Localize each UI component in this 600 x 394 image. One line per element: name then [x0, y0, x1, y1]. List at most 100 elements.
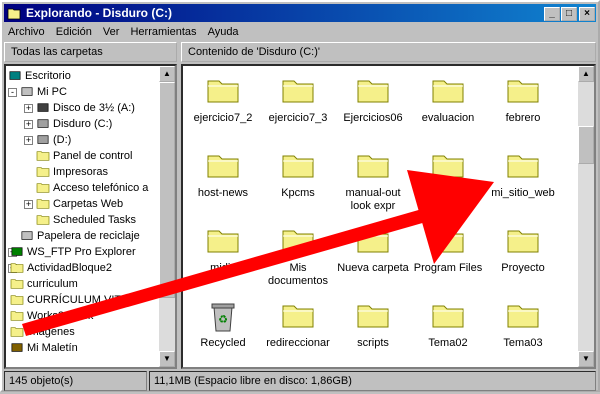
file-item[interactable]: Ejercicios06: [335, 68, 411, 140]
file-item[interactable]: Program Files: [410, 218, 486, 290]
control-panel-icon: [36, 151, 50, 161]
tree-item[interactable]: Panel de control: [6, 148, 161, 164]
close-button[interactable]: ×: [579, 7, 595, 21]
file-item-label: Nueva carpeta: [337, 262, 409, 274]
file-list: ejercicio7_2 ejercicio7_3 Ejercicios06 e…: [181, 64, 596, 369]
maximize-button[interactable]: □: [561, 7, 577, 21]
folder-icon: [282, 230, 314, 253]
scroll-thumb[interactable]: [578, 126, 594, 164]
collapse-icon[interactable]: -: [8, 88, 17, 97]
status-object-count: 145 objeto(s): [4, 371, 147, 391]
menu-archivo[interactable]: Archivo: [4, 26, 49, 38]
tree-item-label: Papelera de reciclaje: [37, 230, 140, 242]
file-item[interactable]: host-news: [185, 143, 261, 215]
folder-icon: [432, 230, 464, 253]
scroll-up-icon[interactable]: ▲: [578, 66, 594, 82]
folder-icon: [432, 305, 464, 328]
briefcase-icon: [11, 343, 23, 352]
tree-item[interactable]: + Disduro (C:): [6, 116, 161, 132]
minimize-button[interactable]: _: [544, 7, 560, 21]
tree-item[interactable]: imagenes: [6, 324, 161, 340]
file-item[interactable]: ejercicio7_3: [260, 68, 336, 140]
tree-item-label: Carpetas Web: [53, 198, 124, 210]
file-item-label: Tema03: [503, 337, 543, 349]
tree-item-label: CURRÍCULUM VITAE: [27, 294, 135, 306]
explorer-window: Explorando - Disduro (C:) _ □ × Archivo …: [0, 0, 600, 392]
file-item[interactable]: scripts: [335, 293, 411, 365]
content-pane-header: Contenido de 'Disduro (C:)': [181, 42, 596, 62]
tree-item[interactable]: Acceso telefónico a: [6, 180, 161, 196]
menu-ver[interactable]: Ver: [99, 26, 124, 38]
file-item-label: evaluacion: [421, 112, 475, 124]
file-item-label: mi_sitio_web: [491, 187, 555, 199]
tree-item-label: Impresoras: [53, 166, 109, 178]
file-item[interactable]: mi_sitio_web: [485, 143, 561, 215]
tree-pane-header: Todas las carpetas: [4, 42, 177, 62]
tree-item[interactable]: +ActividadBloque2: [6, 260, 161, 276]
window-title: Explorando - Disduro (C:): [26, 6, 172, 20]
folder-tree: Escritorio - Mi PC + Disco de 3½ (A:) + Disdur…: [4, 64, 177, 369]
recycle-bin-icon: [21, 231, 33, 240]
tree-item[interactable]: + Disco de 3½ (A:): [6, 100, 161, 116]
tree-item-label: curriculum: [27, 278, 78, 290]
file-item[interactable]: manual-out look expr: [335, 143, 411, 215]
file-item[interactable]: Proyecto: [485, 218, 561, 290]
file-item[interactable]: evaluacion: [410, 68, 486, 140]
tree-item[interactable]: + (D:): [6, 132, 161, 148]
folder-icon: [282, 155, 314, 178]
expand-icon[interactable]: +: [24, 104, 33, 113]
folder-icon: [357, 155, 389, 178]
scroll-down-icon[interactable]: ▼: [578, 351, 594, 367]
title-bar[interactable]: Explorando - Disduro (C:) _ □ ×: [4, 4, 596, 22]
menu-ayuda[interactable]: Ayuda: [204, 26, 243, 38]
menu-herramientas[interactable]: Herramientas: [126, 26, 200, 38]
file-item[interactable]: ejercicio7_2: [185, 68, 261, 140]
floppy-icon: [37, 103, 49, 112]
expand-icon[interactable]: +: [24, 120, 33, 129]
file-item[interactable]: midis: [185, 218, 261, 290]
tree-item[interactable]: Impresoras: [6, 164, 161, 180]
tree-scrollbar[interactable]: ▲ ▼: [159, 66, 175, 367]
menu-edicion[interactable]: Edición: [52, 26, 96, 38]
file-item-label: febrero: [505, 112, 541, 124]
hard-drive-icon: [37, 119, 49, 128]
tree-item[interactable]: Escritorio: [6, 68, 161, 84]
folder-icon: [207, 230, 239, 253]
file-item[interactable]: ♻ Recycled: [185, 293, 261, 365]
file-item-label: Program Files: [413, 262, 483, 274]
expand-icon[interactable]: +: [24, 200, 33, 209]
file-item[interactable]: Mis documentos: [260, 218, 336, 290]
tree-item[interactable]: - Mi PC: [6, 84, 161, 100]
tree-item[interactable]: Mi Maletín: [6, 340, 161, 356]
dialup-icon: [36, 183, 50, 193]
file-item[interactable]: Kpcms: [260, 143, 336, 215]
file-item[interactable]: [410, 143, 486, 215]
tree-item[interactable]: Papelera de reciclaje: [6, 228, 161, 244]
file-item-label: Mis documentos: [268, 262, 328, 287]
folder-icon: [10, 279, 24, 289]
menu-bar: Archivo Edición Ver Herramientas Ayuda: [4, 23, 596, 41]
folder-icon: [207, 155, 239, 178]
scroll-up-icon[interactable]: ▲: [159, 66, 175, 82]
tree-item[interactable]: curriculum: [6, 276, 161, 292]
tree-item[interactable]: +WS_FTP Pro Explorer: [6, 244, 161, 260]
computer-icon: [21, 87, 33, 96]
scroll-thumb[interactable]: [159, 82, 175, 298]
file-item[interactable]: Nueva carpeta: [335, 218, 411, 290]
content-scrollbar[interactable]: ▲ ▼: [578, 66, 594, 367]
scroll-down-icon[interactable]: ▼: [159, 351, 175, 367]
tree-item[interactable]: + Carpetas Web: [6, 196, 161, 212]
tree-item[interactable]: CURRÍCULUM VITAE: [6, 292, 161, 308]
file-item-label: Tema02: [428, 337, 468, 349]
tree-item[interactable]: Scheduled Tasks: [6, 212, 161, 228]
expand-icon[interactable]: +: [24, 136, 33, 145]
tree-item[interactable]: Works3 crack: [6, 308, 161, 324]
file-item[interactable]: Tema03: [485, 293, 561, 365]
web-folders-icon: [36, 199, 50, 209]
file-item[interactable]: Tema02: [410, 293, 486, 365]
folder-icon: [507, 80, 539, 103]
file-item-label: host-news: [197, 187, 249, 199]
file-item[interactable]: febrero: [485, 68, 561, 140]
file-item[interactable]: redireccionar: [260, 293, 336, 365]
tree-item-label: ActividadBloque2: [27, 262, 113, 274]
